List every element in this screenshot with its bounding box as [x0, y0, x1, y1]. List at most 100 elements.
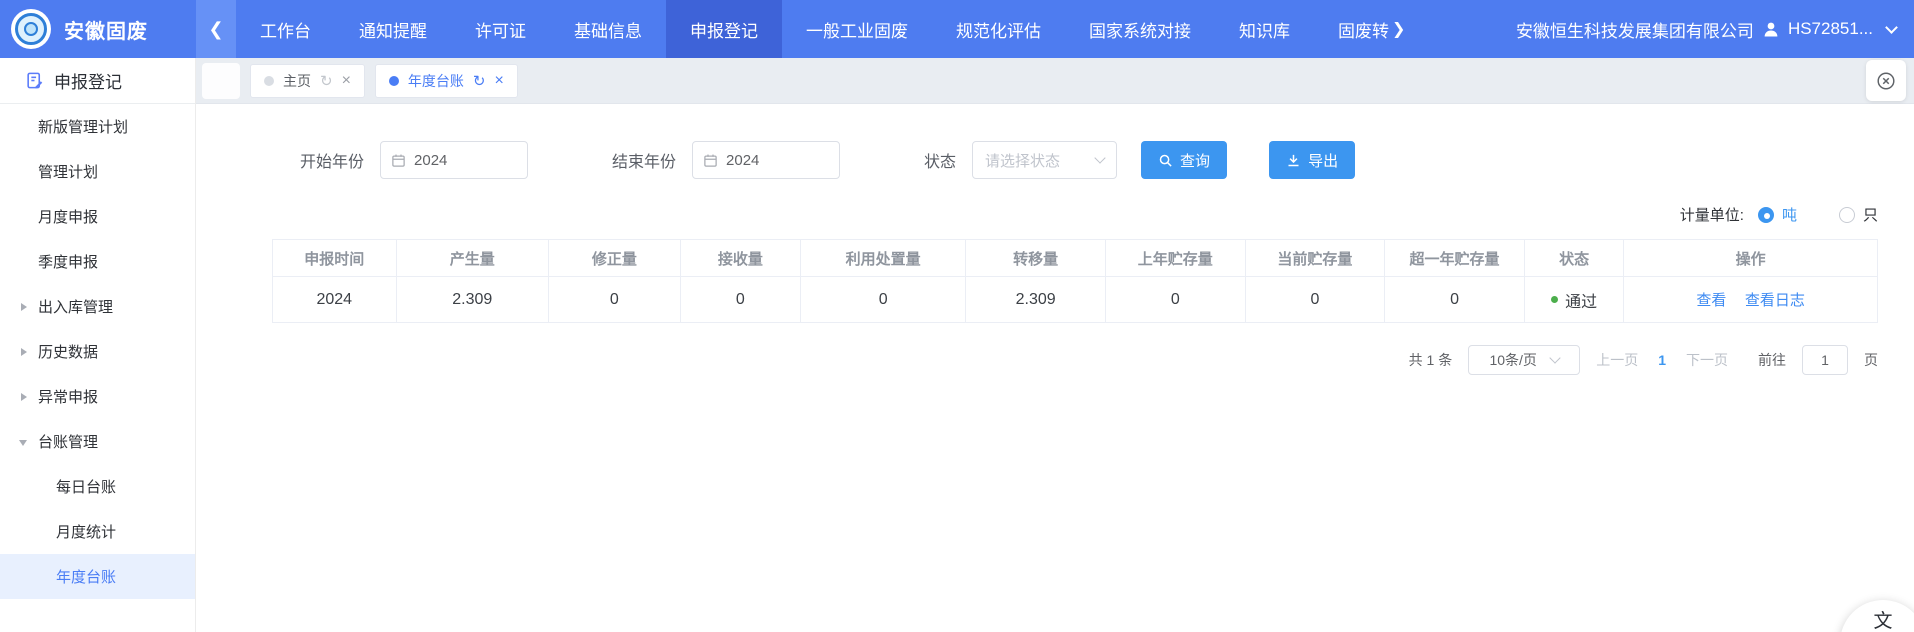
translate-float-button[interactable]: 文 [1840, 600, 1914, 632]
tab-label: 主页 [283, 71, 311, 91]
nav-menu: 工作台 通知提醒 许可证 基础信息 申报登记 一般工业固废 规范化评估 国家系统… [236, 0, 1390, 58]
brand-area: 安徽固废 [0, 0, 196, 58]
nav-item-waste-transfer[interactable]: 固废转 [1314, 0, 1390, 58]
sidebar-item-label: 台账管理 [38, 431, 98, 452]
sidebar-collapse-button[interactable]: ❮ [196, 0, 236, 58]
unit-radio-ton[interactable]: 吨 [1758, 204, 1797, 225]
page-size-select[interactable]: 10条/页 [1468, 345, 1580, 375]
cell-produced: 2.309 [396, 277, 548, 323]
next-page-button[interactable]: 下一页 [1686, 350, 1728, 370]
company-name: 安徽恒生科技发展集团有限公司 [1516, 17, 1754, 42]
tab-scroll-left-button[interactable] [202, 63, 240, 99]
col-header: 修正量 [549, 240, 681, 277]
sidebar-item-label: 异常申报 [38, 386, 98, 407]
caret-right-icon [21, 303, 27, 311]
caret-right-icon [21, 348, 27, 356]
start-year-picker[interactable] [380, 141, 528, 179]
col-header: 超一年贮存量 [1385, 240, 1525, 277]
sidebar-item-history-data[interactable]: 历史数据 [0, 329, 195, 374]
nav-item-license[interactable]: 许可证 [451, 0, 550, 58]
export-button[interactable]: 导出 [1269, 141, 1355, 179]
export-button-label: 导出 [1308, 150, 1338, 171]
nav-item-declaration[interactable]: 申报登记 [666, 0, 782, 58]
main-area: 申报登记 新版管理计划 管理计划 月度申报 季度申报 出入库管理 历史数据 异常… [0, 58, 1914, 632]
circled-close-icon [1875, 70, 1897, 92]
search-button-label: 查询 [1180, 150, 1210, 171]
tab-annual-ledger[interactable]: 年度台账 ↻ × [375, 64, 518, 98]
cell-utilized: 0 [801, 277, 966, 323]
refresh-icon[interactable]: ↻ [473, 72, 486, 90]
translate-icon: 文 [1873, 606, 1892, 632]
nav-item-standard-evaluation[interactable]: 规范化评估 [932, 0, 1065, 58]
col-header: 申报时间 [273, 240, 397, 277]
close-all-tabs-button[interactable] [1866, 60, 1906, 101]
sidebar-item-mgmt-plan[interactable]: 管理计划 [0, 149, 195, 194]
nav-item-general-industrial-waste[interactable]: 一般工业固废 [782, 0, 932, 58]
sidebar-item-in-out-storage[interactable]: 出入库管理 [0, 284, 195, 329]
start-year-input[interactable] [414, 152, 504, 169]
sidebar-item-annual-ledger[interactable]: 年度台账 [0, 554, 195, 599]
unit-radio-piece[interactable]: 只 [1839, 204, 1878, 225]
refresh-icon[interactable]: ↻ [320, 72, 333, 90]
end-year-input[interactable] [726, 152, 816, 169]
annual-ledger-page: 开始年份 结束年份 [196, 104, 1914, 632]
end-year-picker[interactable] [692, 141, 840, 179]
sidebar-title: 申报登记 [0, 58, 195, 104]
view-log-link[interactable]: 查看日志 [1745, 292, 1805, 309]
status-label: 状态 [924, 148, 956, 172]
status-select[interactable]: 请选择状态 [972, 141, 1117, 179]
caret-right-icon [21, 393, 27, 401]
prev-page-button[interactable]: 上一页 [1596, 350, 1638, 370]
user-area: 安徽恒生科技发展集团有限公司 HS72851... [1516, 0, 1914, 58]
end-year-label: 结束年份 [612, 148, 676, 172]
search-icon [1158, 153, 1173, 168]
col-header: 接收量 [680, 240, 800, 277]
sidebar-item-monthly-declare[interactable]: 月度申报 [0, 194, 195, 239]
sidebar-item-abnormal-declare[interactable]: 异常申报 [0, 374, 195, 419]
chevron-down-icon [1549, 352, 1560, 363]
cell-current-stored: 0 [1245, 277, 1385, 323]
sidebar-item-quarterly-declare[interactable]: 季度申报 [0, 239, 195, 284]
col-header: 状态 [1524, 240, 1624, 277]
calendar-icon [703, 153, 718, 168]
nav-item-national-system[interactable]: 国家系统对接 [1065, 0, 1215, 58]
goto-page-input[interactable] [1802, 345, 1848, 375]
ledger-table: 申报时间 产生量 修正量 接收量 利用处置量 转移量 上年贮存量 当前贮存量 超… [272, 239, 1878, 323]
col-header: 产生量 [396, 240, 548, 277]
cell-declare-time: 2024 [273, 277, 397, 323]
nav-item-notifications[interactable]: 通知提醒 [335, 0, 451, 58]
current-page[interactable]: 1 [1654, 352, 1670, 368]
nav-scroll-right-button[interactable]: ❯ [1390, 0, 1411, 58]
top-nav: 安徽固废 ❮ 工作台 通知提醒 许可证 基础信息 申报登记 一般工业固废 规范化… [0, 0, 1914, 58]
cell-actions: 查看 查看日志 [1624, 277, 1878, 323]
nav-item-workbench[interactable]: 工作台 [236, 0, 335, 58]
cell-last-year-stored: 0 [1105, 277, 1245, 323]
app-title: 安徽固废 [64, 15, 148, 44]
nav-item-knowledge-base[interactable]: 知识库 [1215, 0, 1314, 58]
user-icon [1762, 20, 1780, 38]
cell-transferred: 2.309 [966, 277, 1106, 323]
cell-over-year-stored: 0 [1385, 277, 1525, 323]
view-link[interactable]: 查看 [1696, 292, 1726, 309]
chevron-down-icon[interactable] [1885, 21, 1898, 34]
nav-item-basic-info[interactable]: 基础信息 [550, 0, 666, 58]
chevron-right-icon: ❯ [1392, 19, 1405, 39]
sidebar: 申报登记 新版管理计划 管理计划 月度申报 季度申报 出入库管理 历史数据 异常… [0, 58, 196, 632]
close-icon[interactable]: × [342, 72, 351, 90]
col-header: 上年贮存量 [1105, 240, 1245, 277]
tab-strip: 主页 ↻ × 年度台账 ↻ × [196, 58, 1914, 104]
search-button[interactable]: 查询 [1141, 141, 1227, 179]
tab-home[interactable]: 主页 ↻ × [250, 64, 365, 98]
sidebar-item-daily-ledger[interactable]: 每日台账 [0, 464, 195, 509]
sidebar-item-monthly-stats[interactable]: 月度统计 [0, 509, 195, 554]
calendar-icon [391, 153, 406, 168]
user-id[interactable]: HS72851... [1788, 19, 1873, 39]
sidebar-item-new-mgmt-plan[interactable]: 新版管理计划 [0, 104, 195, 149]
status-placeholder: 请选择状态 [985, 150, 1060, 171]
pagination: 共 1 条 10条/页 上一页 1 下一页 前往 页 [196, 345, 1878, 375]
chevron-left-icon: ❮ [208, 19, 223, 40]
sidebar-item-label: 出入库管理 [38, 296, 113, 317]
page-size-value: 10条/页 [1489, 350, 1536, 370]
sidebar-item-ledger-mgmt[interactable]: 台账管理 [0, 419, 195, 464]
close-icon[interactable]: × [495, 72, 504, 90]
